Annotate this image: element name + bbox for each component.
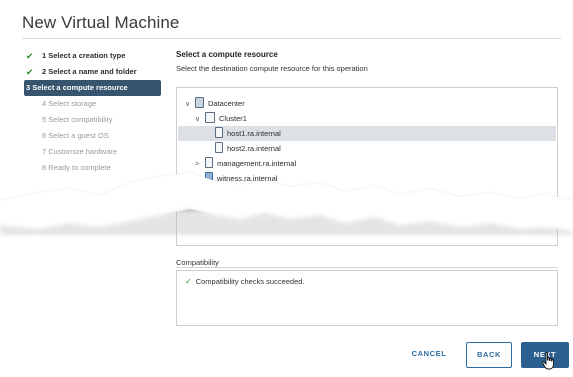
compute-resource-tree: ∨ Datacenter ∨ Cluster1 host1.ra.internal … (176, 87, 558, 246)
tree-node-datacenter[interactable]: ∨ Datacenter (185, 96, 245, 111)
host-icon (215, 142, 223, 153)
step-compute-resource[interactable]: 3 Select a compute resource (24, 80, 161, 96)
tree-node-label: witness.ra.internal (217, 174, 278, 183)
tree-node-label: host1.ra.internal (227, 129, 281, 138)
tree-node-label: Datacenter (208, 99, 245, 108)
step-ready-to-complete: 8 Ready to complete (26, 160, 168, 176)
tree-node-label: Cluster1 (219, 114, 247, 123)
host-icon (205, 157, 213, 168)
step-creation-type[interactable]: ✔ 1 Select a creation type (26, 48, 168, 64)
compatibility-label: Compatibility (176, 258, 219, 267)
chevron-down-icon[interactable]: ∨ (185, 97, 195, 112)
wizard-steps: ✔ 1 Select a creation type ✔ 2 Select a … (24, 48, 168, 176)
section-subheading: Select the destination compute resource … (176, 64, 368, 73)
dialog-title: New Virtual Machine (22, 13, 180, 32)
tree-node-label: host2.ra.internal (227, 144, 281, 153)
step-compatibility: 5 Select compatibility (26, 112, 168, 128)
tree-node-label: management.ra.internal (217, 159, 297, 168)
step-name-folder[interactable]: ✔ 2 Select a name and folder (26, 64, 168, 80)
compatibility-message: ✓ Compatibility checks succeeded. (185, 277, 305, 286)
host-icon (215, 127, 223, 138)
cancel-button[interactable]: CANCEL (403, 342, 455, 366)
witness-host-icon (205, 172, 213, 183)
step-label: 6 Select a guest OS (42, 131, 109, 140)
checkmark-icon: ✔ (26, 67, 34, 77)
step-label: 2 Select a name and folder (42, 67, 137, 76)
step-storage: 4 Select storage (26, 96, 168, 112)
step-label: 7 Customize hardware (42, 147, 118, 156)
tree-node-witness[interactable]: > witness.ra.internal (195, 171, 277, 186)
section-heading: Select a compute resource (176, 50, 278, 59)
cluster-icon (205, 112, 215, 123)
step-label: 4 Select storage (42, 99, 97, 108)
tree-node-host2[interactable]: host2.ra.internal (215, 141, 281, 156)
tree-node-host1[interactable]: host1.ra.internal (178, 126, 556, 141)
tree-node-management[interactable]: > management.ra.internal (195, 156, 296, 171)
chevron-down-icon[interactable]: ∨ (195, 112, 205, 127)
back-button[interactable]: BACK (466, 342, 512, 368)
step-customize-hardware: 7 Customize hardware (26, 144, 168, 160)
title-divider (22, 38, 561, 39)
chevron-right-icon[interactable]: > (195, 157, 205, 172)
compatibility-divider (176, 267, 558, 268)
datacenter-icon (195, 97, 204, 108)
checkmark-icon: ✓ (185, 277, 192, 286)
hand-cursor-icon (542, 352, 554, 370)
chevron-right-icon[interactable]: > (195, 172, 205, 187)
step-label: 3 Select a compute resource (26, 83, 128, 92)
tree-node-cluster[interactable]: ∨ Cluster1 (195, 111, 247, 126)
compatibility-text: Compatibility checks succeeded. (195, 277, 305, 286)
checkmark-icon: ✔ (26, 51, 34, 61)
step-label: 1 Select a creation type (42, 51, 126, 60)
compatibility-panel: ✓ Compatibility checks succeeded. (176, 270, 558, 326)
step-guest-os: 6 Select a guest OS (26, 128, 168, 144)
step-label: 5 Select compatibility (42, 115, 113, 124)
step-label: 8 Ready to complete (42, 163, 111, 172)
